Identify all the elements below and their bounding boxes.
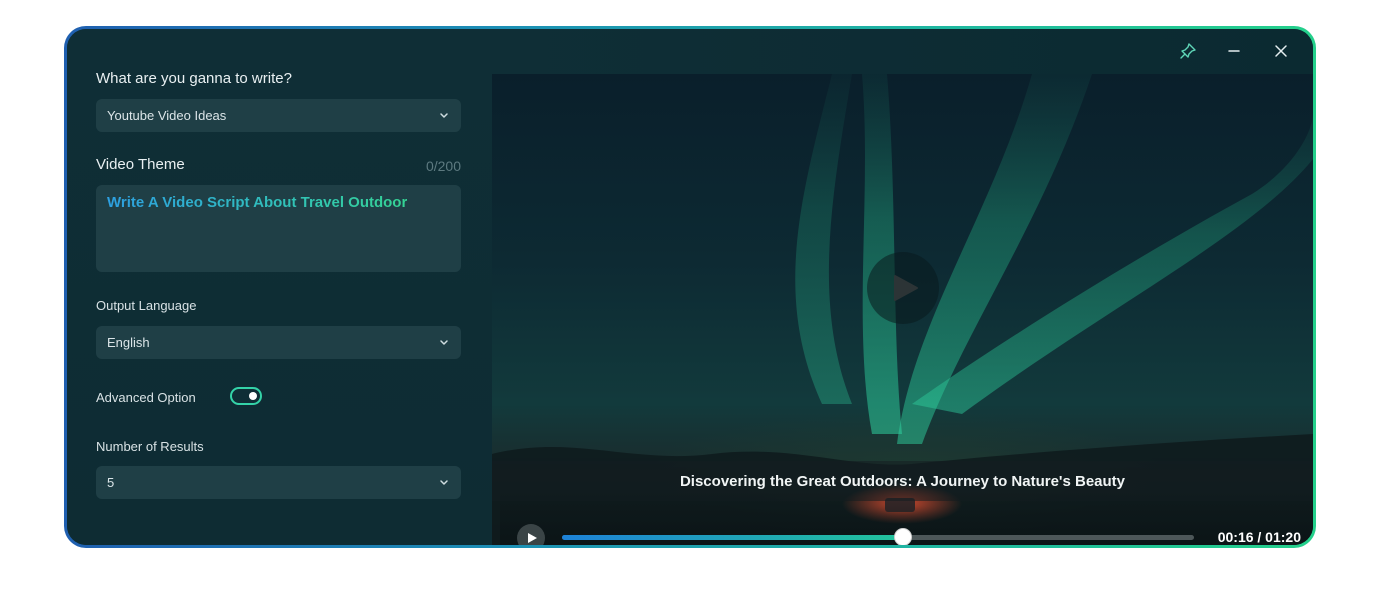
content-type-value: Youtube Video Ideas [107, 108, 227, 123]
number-of-results-value: 5 [107, 475, 115, 490]
time-display: 00:16 / 01:20 [1217, 529, 1301, 545]
theme-textarea[interactable]: Write A Video Script About Travel Outdoo… [96, 185, 461, 272]
theme-label: Video Theme [96, 156, 185, 173]
progress-thumb[interactable] [894, 528, 913, 545]
output-language-label: Output Language [96, 298, 197, 313]
output-language-value: English [107, 335, 150, 350]
content-type-select[interactable]: Youtube Video Ideas [96, 99, 461, 132]
minimize-icon[interactable] [1224, 41, 1244, 61]
question-label: What are you ganna to write? [96, 70, 292, 87]
number-of-results-label: Number of Results [96, 439, 204, 454]
pin-icon[interactable] [1178, 41, 1198, 61]
char-counter: 0/200 [425, 158, 461, 174]
play-button[interactable] [517, 524, 545, 545]
play-icon [894, 275, 918, 301]
video-controls: 00:16 / 01:20 [500, 491, 1313, 545]
play-overlay-button[interactable] [867, 252, 939, 324]
theme-text: Write A Video Script About Travel Outdoo… [107, 194, 408, 211]
app-window: What are you ganna to write? Youtube Vid… [67, 29, 1313, 545]
play-icon [528, 533, 537, 543]
title-bar [492, 29, 1313, 74]
settings-panel: What are you ganna to write? Youtube Vid… [67, 29, 492, 545]
advanced-option-label: Advanced Option [96, 390, 196, 405]
toggle-knob [249, 392, 257, 400]
number-of-results-select[interactable]: 5 [96, 466, 461, 499]
video-player[interactable]: Discovering the Great Outdoors: A Journe… [492, 74, 1313, 545]
progress-track[interactable] [562, 528, 1194, 545]
chevron-down-icon [440, 113, 448, 118]
chevron-down-icon [440, 340, 448, 345]
output-language-select[interactable]: English [96, 326, 461, 359]
advanced-option-toggle[interactable] [230, 387, 262, 405]
close-icon[interactable] [1271, 41, 1291, 61]
progress-fill [562, 535, 904, 540]
chevron-down-icon [440, 480, 448, 485]
